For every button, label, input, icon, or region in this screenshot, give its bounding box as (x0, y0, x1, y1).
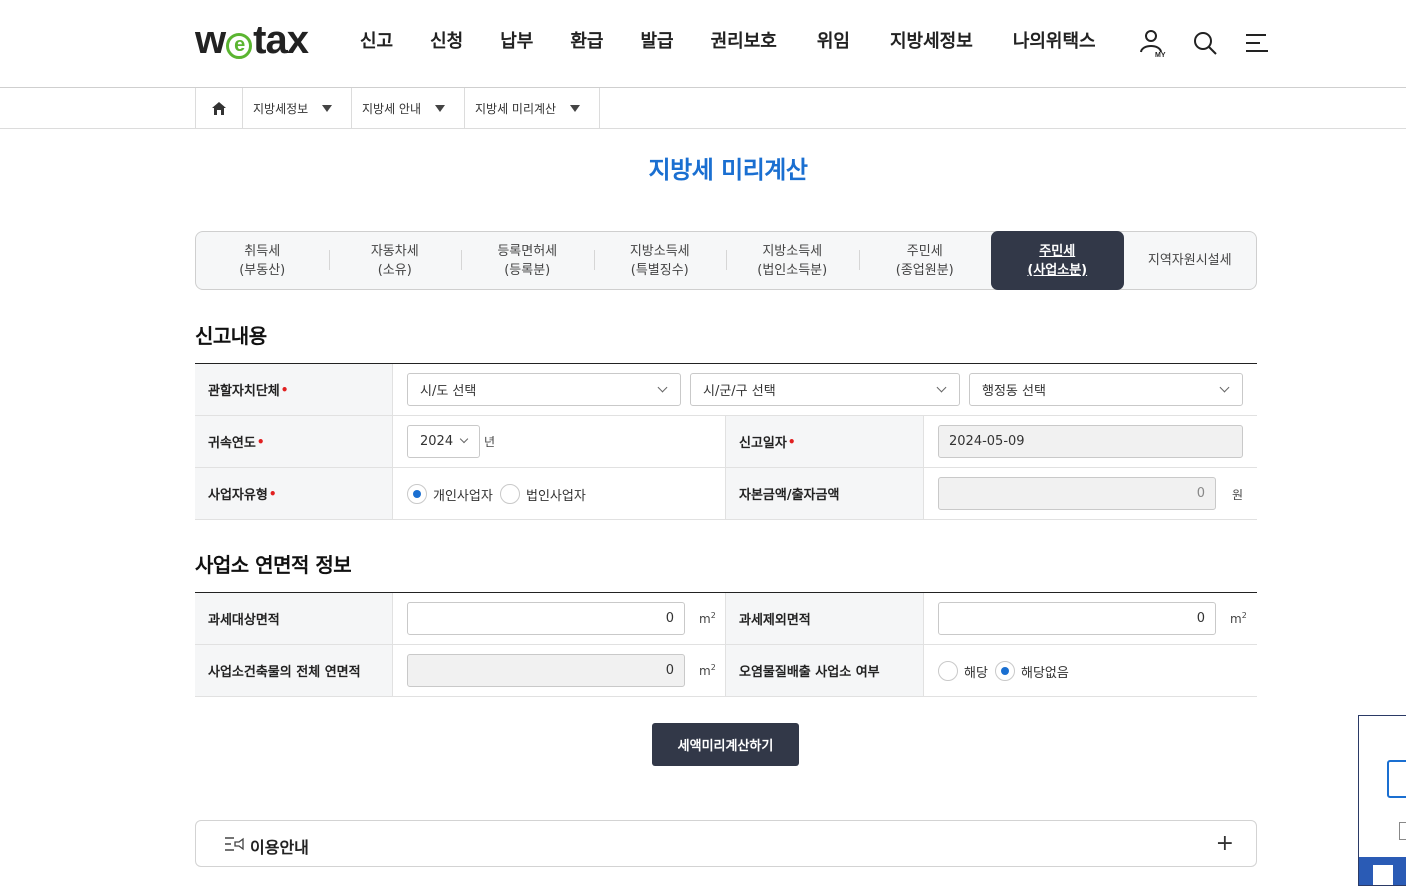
usage-guide-accordion[interactable]: 이용안내 + (195, 820, 1257, 867)
radio-pollution-no[interactable]: 해당없음 (995, 661, 1069, 681)
biz-type-label: 사업자유형 • (195, 468, 392, 519)
nav-local-tax-info[interactable]: 지방세정보 (890, 30, 973, 54)
taxable-area-input[interactable]: 0 (407, 602, 685, 635)
section-title-area: 사업소 연면적 정보 (195, 553, 352, 577)
expand-plus-icon[interactable]: + (1216, 833, 1234, 855)
area-unit: m2 (699, 663, 716, 678)
nav-report[interactable]: 신고 (360, 30, 393, 54)
header-utility-icons: MY (1138, 28, 1272, 58)
radio-corporate[interactable]: 법인사업자 (500, 484, 586, 504)
guide-list-icon (225, 837, 244, 851)
nav-refund[interactable]: 환급 (570, 30, 603, 54)
radio-button-checked[interactable] (995, 661, 1015, 681)
capital-label: 자본금액/출자금액 (726, 468, 923, 519)
capital-unit: 원 (1232, 488, 1244, 502)
report-date-field[interactable]: 2024-05-09 (938, 425, 1243, 458)
wetax-logo[interactable]: w e tax (195, 18, 309, 62)
form-row: 사업자유형 • 개인사업자 법인사업자 자본금액/출자금액 0 원 (195, 468, 1257, 520)
tax-type-tabs: 취득세 (부동산) 자동차세 (소유) 등록면허세 (등록분) 지방소득세 (특별징수)… (195, 231, 1257, 290)
taxable-area-label: 과세대상면적 (195, 593, 392, 644)
tab-vehicle-tax[interactable]: 자동차세 (소유) (328, 232, 462, 289)
breadcrumb: 지방세정보 지방세 안내 지방세 미리계산 (0, 88, 1406, 129)
monitor-icon (1387, 760, 1406, 798)
caret-down-icon (435, 104, 446, 112)
year-label: 귀속연도 • (195, 416, 392, 467)
checkbox[interactable] (1399, 822, 1406, 840)
widget-square-icon (1373, 865, 1393, 885)
my-user-icon[interactable]: MY (1138, 28, 1168, 58)
breadcrumb-label: 지방세 미리계산 (475, 101, 557, 116)
menu-icon[interactable] (1242, 28, 1272, 58)
nav-pay[interactable]: 납부 (500, 30, 533, 54)
tab-regional-resource-tax[interactable]: 지역자원시설세 (1124, 232, 1257, 289)
usage-guide-label: 이용안내 (250, 838, 309, 857)
nav-apply[interactable]: 신청 (430, 30, 463, 54)
jurisdiction-label: 관할자치단체 • (195, 364, 392, 415)
breadcrumb-tax-precalc[interactable]: 지방세 미리계산 (465, 88, 600, 128)
caret-down-icon (322, 104, 333, 112)
sigungu-select[interactable]: 시/군/구 선택 (690, 373, 960, 406)
breadcrumb-local-tax-guide[interactable]: 지방세 안내 (352, 88, 465, 128)
radio-individual[interactable]: 개인사업자 (407, 484, 493, 504)
area-unit: m2 (1230, 611, 1247, 626)
report-form: 관할자치단체 • 시/도 선택 시/군/구 선택 행정동 선택 귀속연도 • 202… (195, 363, 1257, 520)
sido-select[interactable]: 시/도 선택 (407, 373, 681, 406)
total-area-field[interactable]: 0 (407, 654, 685, 687)
logo-e: e (226, 33, 253, 59)
floating-side-widget[interactable] (1358, 715, 1406, 886)
nav-rights[interactable]: 권리보호 (711, 30, 777, 54)
excluded-area-input[interactable]: 0 (938, 602, 1216, 635)
form-row: 관할자치단체 • 시/도 선택 시/군/구 선택 행정동 선택 (195, 364, 1257, 416)
area-unit: m2 (699, 611, 716, 626)
home-icon[interactable] (196, 88, 243, 128)
caret-down-icon (570, 104, 581, 112)
breadcrumb-local-tax-info[interactable]: 지방세정보 (243, 88, 352, 128)
form-row: 과세대상면적 0 m2 과세제외면적 0 m2 (195, 593, 1257, 645)
tab-local-income-tax-corporate[interactable]: 지방소득세 (법인소득분) (726, 232, 859, 289)
nav-delegation[interactable]: 위임 (817, 30, 850, 54)
chevron-down-icon (936, 382, 947, 393)
tab-resident-tax-employee[interactable]: 주민세 (종업원분) (858, 232, 992, 289)
search-icon[interactable] (1190, 28, 1220, 58)
radio-button-checked[interactable] (407, 484, 427, 504)
tab-acquisition-tax[interactable]: 취득세 (부동산) (196, 232, 329, 289)
tab-registration-license-tax[interactable]: 등록면허세 (등록분) (461, 232, 594, 289)
chevron-down-icon (657, 382, 668, 393)
tab-local-income-tax-withholding[interactable]: 지방소득세 (특별징수) (593, 232, 727, 289)
dong-select[interactable]: 행정동 선택 (969, 373, 1243, 406)
breadcrumb-label: 지방세정보 (253, 101, 309, 116)
form-row: 사업소건축물의 전체 연면적 0 m2 오염물질배출 사업소 여부 해당 해당없… (195, 645, 1257, 697)
my-badge: MY (1155, 52, 1166, 58)
nav-my-wetax[interactable]: 나의위택스 (1013, 30, 1096, 54)
chevron-down-icon (459, 434, 469, 444)
section-title-report: 신고내용 (195, 324, 267, 348)
main-nav: 신고 신청 납부 환급 발급 권리보호 위임 지방세정보 나의위택스 (360, 30, 1096, 54)
nav-issue[interactable]: 발급 (641, 30, 674, 54)
page-title: 지방세 미리계산 (648, 156, 808, 184)
total-area-label: 사업소건축물의 전체 연면적 (195, 645, 392, 696)
breadcrumb-label: 지방세 안내 (362, 101, 422, 116)
pollution-label: 오염물질배출 사업소 여부 (726, 645, 923, 696)
site-header: w e tax 신고 신청 납부 환급 발급 권리보호 위임 지방세정보 나의위택스… (0, 0, 1406, 88)
widget-bottom-bar[interactable] (1359, 857, 1406, 885)
radio-button[interactable] (500, 484, 520, 504)
excluded-area-label: 과세제외면적 (726, 593, 923, 644)
report-date-label: 신고일자 • (726, 416, 923, 467)
logo-w: w (195, 18, 226, 62)
calculate-tax-button[interactable]: 세액미리계산하기 (652, 723, 799, 766)
chevron-down-icon (1219, 382, 1230, 393)
radio-pollution-yes[interactable]: 해당 (938, 661, 988, 681)
tab-resident-tax-business[interactable]: 주민세 (사업소분) (991, 231, 1124, 290)
year-unit: 년 (484, 435, 496, 449)
year-select[interactable]: 2024 (407, 425, 480, 458)
logo-tax: tax (253, 18, 309, 62)
area-form: 과세대상면적 0 m2 과세제외면적 0 m2 사업소건축물의 전체 연면적 0… (195, 592, 1257, 697)
form-row: 귀속연도 • 2024 년 신고일자 • 2024-05-09 (195, 416, 1257, 468)
radio-button[interactable] (938, 661, 958, 681)
capital-field[interactable]: 0 (938, 477, 1216, 510)
